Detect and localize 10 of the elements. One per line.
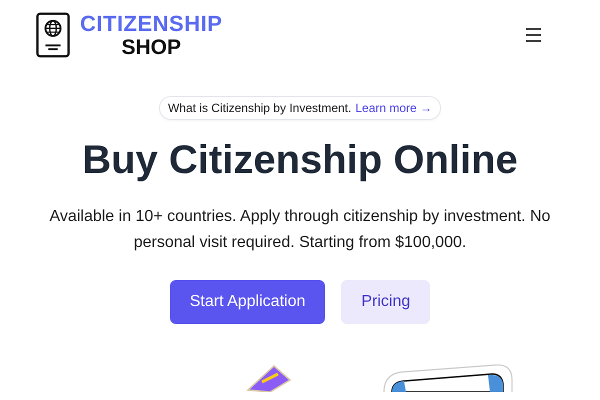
hero-description: Available in 10+ countries. Apply through citizenship by investment. No personal visit required. Starting from $100,000. [48, 207, 552, 253]
learn-more-link[interactable]: Learn more → [355, 101, 432, 115]
passport-icon [36, 12, 70, 58]
hero-title: Buy Citizenship Online [81, 138, 519, 183]
logo-text: SHOP [121, 36, 181, 58]
menu-icon[interactable] [524, 26, 544, 44]
announcement-text: What is Citizenship by Investment. [168, 101, 352, 115]
logo-text: CITIZENSHIP [80, 12, 222, 34]
start-application-button[interactable]: Start Application [170, 280, 326, 324]
pricing-button[interactable]: Pricing [341, 280, 430, 324]
